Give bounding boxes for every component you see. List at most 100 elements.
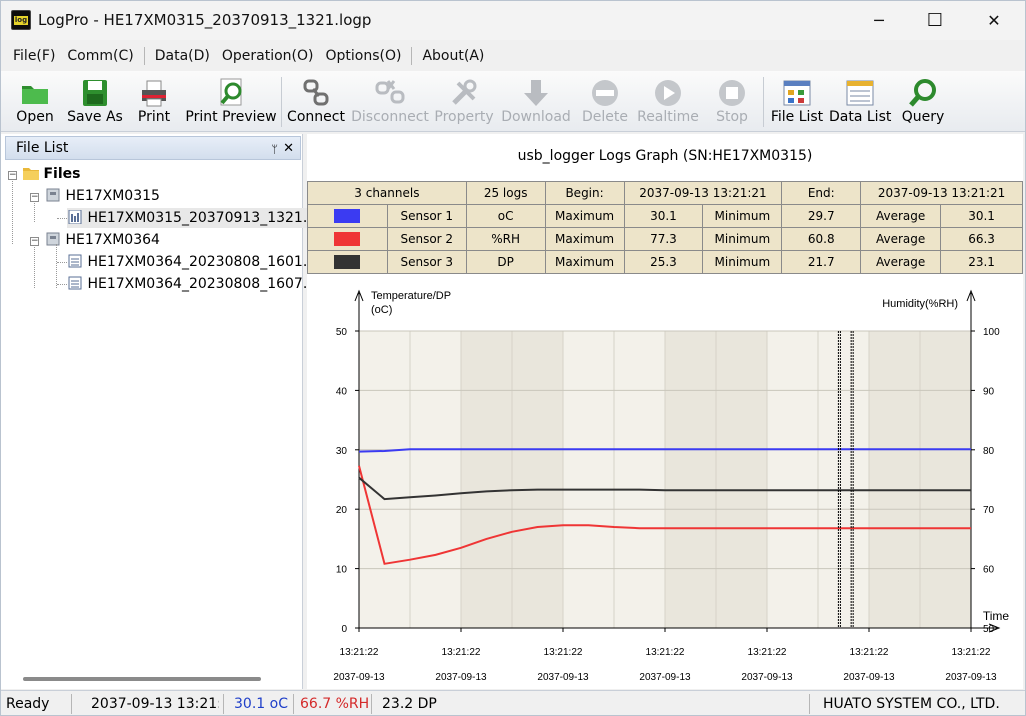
menu-file[interactable]: File(F) bbox=[7, 45, 61, 67]
close-button[interactable]: ✕ bbox=[965, 1, 1023, 40]
menu-bar: File(F) Comm(C) Data(D) Operation(O) Opt… bbox=[1, 41, 1025, 71]
right-tick-label: 80 bbox=[983, 446, 995, 457]
print-button[interactable]: Print bbox=[131, 71, 177, 131]
menu-options[interactable]: Options(O) bbox=[320, 45, 408, 67]
time-tick-label: 13:21:22 bbox=[748, 647, 787, 658]
min-label: Minimum bbox=[702, 227, 783, 251]
file-list-header: File List ᛘ ✕ bbox=[5, 136, 301, 160]
sensor-unit: DP bbox=[465, 250, 546, 274]
tools-icon bbox=[452, 79, 477, 105]
tree-connector bbox=[57, 284, 67, 285]
status-temperature: 30.1 oC bbox=[234, 696, 288, 712]
data-list-icon bbox=[846, 80, 874, 106]
menu-separator bbox=[143, 47, 145, 65]
sensor-name: Sensor 1 bbox=[386, 204, 467, 228]
right-axis-label: Humidity(%RH) bbox=[882, 298, 958, 310]
toolbar: Open Save As Print Print Preview Connect… bbox=[1, 71, 1025, 199]
sensor-name: Sensor 3 bbox=[386, 250, 467, 274]
folder-icon bbox=[23, 168, 39, 180]
horizontal-scrollbar[interactable] bbox=[23, 677, 261, 681]
left-tick-label: 40 bbox=[336, 386, 348, 397]
connect-button[interactable]: Connect bbox=[285, 71, 347, 131]
tree-collapse-toggle[interactable]: − bbox=[30, 237, 39, 246]
file-list-button[interactable]: File List bbox=[769, 71, 825, 131]
tree-collapse-toggle[interactable]: − bbox=[30, 193, 39, 202]
avg-value: 23.1 bbox=[940, 250, 1023, 274]
disconnect-button[interactable]: Disconnect bbox=[351, 71, 429, 131]
magnifier-icon bbox=[909, 79, 936, 107]
min-value: 21.7 bbox=[781, 250, 862, 274]
date-tick-label: 2037-09-13 bbox=[435, 672, 487, 683]
max-label: Maximum bbox=[544, 227, 625, 251]
download-button[interactable]: Download bbox=[499, 71, 573, 131]
status-separator bbox=[809, 694, 810, 714]
time-tick-label: 13:21:22 bbox=[544, 647, 583, 658]
avg-value: 66.3 bbox=[940, 227, 1023, 251]
avg-value: 30.1 bbox=[940, 204, 1023, 228]
toolbar-separator bbox=[763, 77, 764, 127]
right-tick-label: 90 bbox=[983, 386, 995, 397]
min-value: 60.8 bbox=[781, 227, 862, 251]
begin-value: 2037-09-13 13:21:21 bbox=[623, 181, 783, 205]
tree-connector bbox=[57, 218, 67, 219]
channels-cell: 3 channels bbox=[307, 181, 467, 205]
menu-about[interactable]: About(A) bbox=[416, 45, 490, 67]
status-separator bbox=[223, 694, 224, 714]
query-button[interactable]: Query bbox=[899, 71, 947, 131]
property-label: Property bbox=[434, 109, 494, 125]
minimize-button[interactable]: ─ bbox=[850, 1, 908, 40]
tree-root[interactable]: Files bbox=[23, 164, 80, 184]
print-preview-icon bbox=[220, 78, 242, 106]
sensor-color-swatch bbox=[334, 232, 361, 247]
tree-collapse-toggle[interactable]: − bbox=[8, 171, 17, 180]
printer-icon bbox=[142, 80, 166, 107]
end-value: 2037-09-13 13:21:21 bbox=[860, 181, 1023, 205]
left-tick-label: 10 bbox=[336, 565, 348, 576]
tree-file[interactable]: HE17XM0364_20230808_1601.lc bbox=[67, 252, 319, 272]
tree-device[interactable]: HE17XM0364 bbox=[45, 230, 160, 250]
connect-label: Connect bbox=[287, 109, 345, 125]
tree-connector bbox=[56, 244, 57, 288]
play-icon bbox=[655, 80, 681, 106]
sensor-row: Sensor 3 DP Maximum 25.3 Minimum 21.7 Av… bbox=[307, 250, 1023, 274]
realtime-button[interactable]: Realtime bbox=[635, 71, 701, 131]
menu-comm[interactable]: Comm(C) bbox=[61, 45, 139, 67]
panel-close-icon[interactable]: ✕ bbox=[283, 138, 294, 160]
print-preview-button[interactable]: Print Preview bbox=[185, 71, 277, 131]
data-list-button[interactable]: Data List bbox=[829, 71, 891, 131]
tree-file[interactable]: HE17XM0364_20230808_1607.lc bbox=[67, 274, 319, 294]
pin-icon[interactable]: ᛘ bbox=[271, 139, 278, 161]
status-humidity: 66.7 %RH bbox=[300, 696, 370, 712]
open-button[interactable]: Open bbox=[9, 71, 61, 131]
download-label: Download bbox=[501, 109, 571, 125]
log-file-icon bbox=[68, 209, 82, 225]
max-value: 25.3 bbox=[623, 250, 704, 274]
file-list-label: File List bbox=[770, 109, 824, 125]
left-tick-label: 30 bbox=[336, 446, 348, 457]
sensor-color-swatch bbox=[334, 255, 361, 270]
min-value: 29.7 bbox=[781, 204, 862, 228]
tree-device[interactable]: HE17XM0315 bbox=[45, 186, 160, 206]
tree-file-selected[interactable]: HE17XM0315_20370913_1321.lc bbox=[67, 208, 321, 228]
stop-button[interactable]: Stop bbox=[707, 71, 757, 131]
tree-file-label: HE17XM0364_20230808_1607.lc bbox=[87, 276, 319, 292]
menu-data[interactable]: Data(D) bbox=[149, 45, 216, 67]
file-list-panel: File List ᛘ ✕ − Files − HE17XM0315 HE17X… bbox=[1, 134, 321, 689]
status-bar: Ready 2037-09-13 13:21:2 30.1 oC 66.7 %R… bbox=[1, 690, 1025, 715]
date-tick-label: 2037-09-13 bbox=[639, 672, 691, 683]
status-separator bbox=[71, 694, 72, 714]
avg-label: Average bbox=[860, 250, 942, 274]
maximize-button[interactable]: ☐ bbox=[906, 1, 964, 40]
date-tick-label: 2037-09-13 bbox=[843, 672, 895, 683]
sensor-name: Sensor 2 bbox=[386, 227, 467, 251]
log-chart[interactable]: Temperature/DP (oC) Humidity(%RH) Time 0 10 20… bbox=[307, 274, 1023, 689]
toolbar-separator bbox=[281, 77, 282, 127]
realtime-label: Realtime bbox=[637, 109, 699, 125]
query-label: Query bbox=[901, 109, 945, 125]
menu-operation[interactable]: Operation(O) bbox=[216, 45, 320, 67]
property-button[interactable]: Property bbox=[433, 71, 495, 131]
save-as-button[interactable]: Save As bbox=[65, 71, 125, 131]
save-disk-icon bbox=[83, 80, 107, 106]
delete-button[interactable]: Delete bbox=[579, 71, 631, 131]
sensor-swatch-cell bbox=[307, 227, 388, 251]
